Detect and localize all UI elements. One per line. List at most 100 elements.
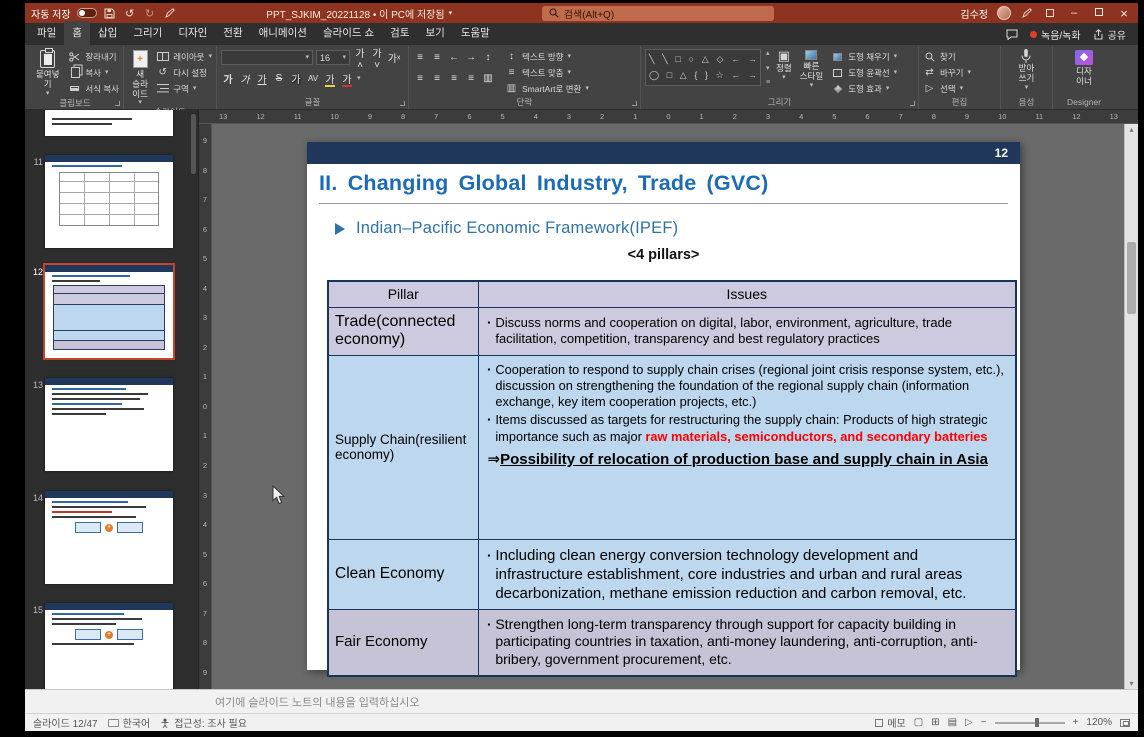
pillar-cell-fair-economy[interactable]: Fair Economy (328, 609, 478, 676)
dialog-launcher-icon[interactable] (910, 101, 915, 106)
zoom-level[interactable]: 120% (1086, 717, 1112, 728)
issues-cell-supply-chain[interactable]: ▪Cooperation to respond to supply chain … (478, 355, 1016, 539)
share-button[interactable]: 공유 (1093, 27, 1126, 42)
increase-indent-icon[interactable]: → (464, 52, 478, 63)
dictate-button[interactable]: 받아 쓰기 ▾ (1017, 49, 1037, 91)
justify-icon[interactable]: ≡ (464, 73, 478, 84)
slide-title[interactable]: II. Changing Global Industry, Trade (GVC… (319, 171, 1008, 204)
bullets-icon[interactable]: ≡ (413, 52, 427, 63)
shapes-gallery-scroll[interactable]: ▴▾≡ (765, 49, 770, 86)
character-spacing-button[interactable]: AV (306, 74, 320, 83)
decrease-indent-icon[interactable]: ← (447, 52, 461, 63)
scroll-up-icon[interactable]: ▴ (1125, 125, 1138, 134)
font-size-combobox[interactable]: 16▾ (316, 50, 350, 65)
font-color-button[interactable]: 가 (340, 71, 354, 86)
autosave-toggle[interactable] (77, 8, 97, 18)
language-button[interactable]: 한국어 (108, 715, 151, 730)
align-center-icon[interactable]: ≡ (430, 73, 444, 84)
slide[interactable]: 12 II. Changing Global Industry, Trade (… (307, 142, 1020, 670)
maximize-button[interactable] (1091, 7, 1107, 19)
comments-button[interactable] (1006, 29, 1018, 40)
text-shadow-button[interactable]: 가 (289, 71, 303, 86)
arrange-button[interactable]: ▣ 정렬 ▾ (774, 49, 794, 81)
horizontal-ruler[interactable]: 13 12 11 10 9 8 7 6 (199, 110, 1138, 124)
reset-button[interactable]: ↺ 다시 설정 (156, 65, 212, 80)
line-spacing-icon[interactable]: ↕ (481, 52, 495, 63)
zoom-out-button[interactable]: − (981, 717, 987, 728)
slide-thumbnail-14[interactable]: + (45, 491, 173, 584)
clear-formatting-icon[interactable]: 가ˣ (387, 50, 401, 65)
slide-canvas[interactable]: 12 II. Changing Global Industry, Trade (… (212, 124, 1124, 689)
paste-button[interactable]: 붙여넣기 ▾ (31, 49, 64, 97)
scrollbar-thumb[interactable] (1127, 242, 1136, 314)
format-painter-button[interactable]: 서식 복사 (68, 81, 119, 96)
ribbon-tab[interactable]: 도움말 (453, 21, 498, 45)
ribbon-tab[interactable]: 애니메이션 (251, 21, 315, 45)
slide-thumbnail-12[interactable] (45, 265, 173, 358)
quick-styles-button[interactable]: 빠른 스타일 ▾ (798, 49, 825, 89)
pillar-cell-supply-chain[interactable]: Supply Chain(resilient economy) (328, 355, 478, 539)
ribbon-tab[interactable]: 전환 (215, 21, 250, 45)
shape-fill-button[interactable]: 도형 채우기▾ (831, 49, 897, 64)
undo-icon[interactable]: ↺ (123, 6, 137, 20)
numbering-icon[interactable]: ≡ (430, 52, 444, 63)
ribbon-tab[interactable]: 보기 (417, 21, 452, 45)
italic-button[interactable]: 가 (238, 71, 252, 86)
pillars-table[interactable]: Pillar Issues Trade(connected economy) ▪… (327, 280, 1017, 677)
ink-pen-icon[interactable] (1020, 6, 1034, 20)
slide-thumbnail-15[interactable]: + (45, 603, 173, 689)
pillars-caption[interactable]: <4 pillars> (307, 247, 1020, 263)
highlight-color-button[interactable]: 가 (323, 71, 337, 86)
search-input[interactable]: 검색(Alt+Q) (542, 6, 774, 21)
shape-outline-button[interactable]: 도형 윤곽선▾ (831, 65, 897, 80)
issues-cell-clean-economy[interactable]: ▪Including clean energy conversion techn… (478, 539, 1016, 609)
designer-button[interactable]: 디자 이너 (1073, 49, 1095, 88)
slide-thumbnail-13[interactable] (45, 378, 173, 471)
font-name-combobox[interactable]: ▾ (221, 50, 313, 65)
convert-to-smartart-button[interactable]: ▥ SmartArt로 변환▾ (505, 81, 589, 96)
columns-icon[interactable]: ▥ (481, 73, 495, 84)
select-button[interactable]: ▷ 선택▾ (923, 81, 971, 96)
copy-button[interactable]: 복사 ▾ (68, 65, 119, 80)
ribbon-tab[interactable]: 파일 (29, 21, 64, 45)
document-title[interactable]: PPT_SJKIM_20221128 • 이 PC에 저장됨 (266, 6, 444, 21)
ribbon-tab[interactable]: 그리기 (125, 21, 170, 45)
avatar[interactable] (997, 6, 1011, 20)
ribbon-tab[interactable]: 홈 (64, 21, 90, 45)
zoom-slider[interactable] (995, 722, 1065, 724)
issues-cell-fair-economy[interactable]: ▪Strengthen long-term transparency throu… (478, 609, 1016, 676)
shape-effects-button[interactable]: 도형 효과▾ (831, 81, 897, 96)
zoom-in-button[interactable]: + (1073, 717, 1079, 728)
slide-thumbnail-11[interactable] (45, 155, 173, 248)
underline-button[interactable]: 가 (255, 71, 269, 86)
ribbon-display-options-icon[interactable] (1043, 6, 1057, 20)
shapes-gallery[interactable]: ╲╲□○△◇←→ ◯□△{}☆←→ (645, 49, 761, 86)
redo-icon[interactable]: ↻ (143, 6, 157, 20)
vertical-scrollbar[interactable]: ▴ ▾ (1124, 124, 1138, 689)
user-name[interactable]: 김수정 (960, 6, 988, 21)
issues-cell-trade[interactable]: ▪Discuss norms and cooperation on digita… (478, 307, 1016, 355)
align-right-icon[interactable]: ≡ (447, 73, 461, 84)
ribbon-tab[interactable]: 삽입 (90, 21, 125, 45)
cut-button[interactable]: 잘라내기 (68, 49, 119, 64)
normal-view-button[interactable]: ▢ (914, 717, 923, 728)
align-left-icon[interactable]: ≡ (413, 73, 427, 84)
dialog-launcher-icon[interactable] (632, 101, 637, 106)
reading-view-button[interactable]: ▤ (948, 717, 957, 728)
pen-icon[interactable] (163, 6, 177, 20)
align-text-button[interactable]: ≡ 텍스트 맞춤▾ (505, 65, 589, 80)
scroll-down-icon[interactable]: ▾ (1125, 679, 1138, 688)
ribbon-tab[interactable]: 슬라이드 쇼 (315, 21, 382, 45)
accessibility-status[interactable]: 접근성: 조사 필요 (160, 715, 247, 730)
bold-button[interactable]: 가 (221, 71, 235, 86)
fit-slide-to-window-button[interactable] (1120, 719, 1130, 727)
notes-toggle-button[interactable]: 메모 (875, 715, 905, 730)
dialog-launcher-icon[interactable] (400, 101, 405, 106)
minimize-button[interactable]: – (1066, 7, 1082, 19)
vertical-ruler[interactable]: 9 8 7 6 5 4 3 (199, 124, 212, 689)
replace-button[interactable]: ⇄ 바꾸기▾ (923, 65, 971, 80)
find-button[interactable]: 찾기 (923, 49, 971, 64)
text-direction-button[interactable]: ↕ 텍스트 방향▾ (505, 49, 589, 64)
slide-sorter-view-button[interactable]: ⊞ (931, 717, 939, 728)
strikethrough-button[interactable]: S (272, 73, 286, 84)
